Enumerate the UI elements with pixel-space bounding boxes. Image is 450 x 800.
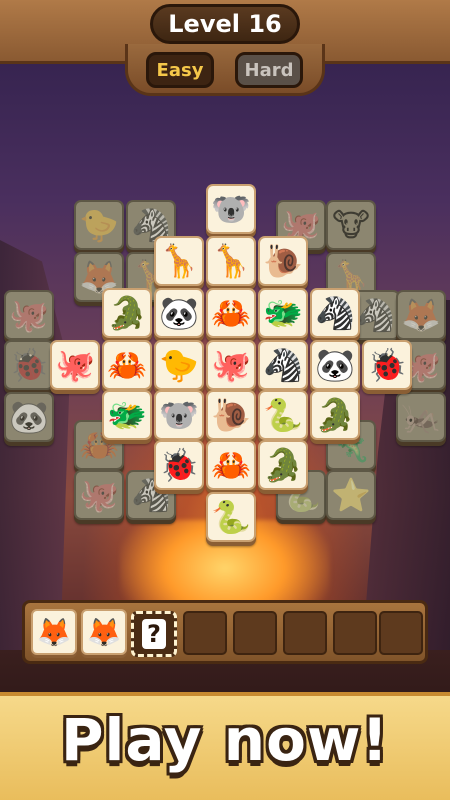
game-screen: Level 16 Easy Hard 🐙 🐞 🐼 🐤 🦓 🐙 🐮 🦊 🦒 🦒 🦓… (0, 0, 450, 800)
tile-octopus[interactable]: 🐙 (50, 340, 100, 390)
tile-dragon[interactable]: 🐲 (102, 390, 152, 440)
tile-koala[interactable]: 🐨 (154, 390, 204, 440)
tile-giraffe[interactable]: 🦒 (154, 236, 204, 286)
tray-slot-tile: 🦊 (31, 609, 77, 655)
tile-crocodile[interactable]: 🐊 (258, 440, 308, 490)
tile-octopus: 🐙 (74, 470, 124, 520)
tile-crab[interactable]: 🦀 (206, 440, 256, 490)
tile-crocodile[interactable]: 🐊 (310, 390, 360, 440)
tray-slot-tile: 🦊 (81, 609, 127, 655)
tile-board: 🐙 🐞 🐼 🐤 🦓 🐙 🐮 🦊 🦒 🦒 🦓 🦊 🐙 🦗 🦀 🐙 🦓 🦎 🐍 ⭐ … (0, 0, 450, 800)
tile-ladybug[interactable]: 🐞 (362, 340, 412, 390)
tile-giraffe[interactable]: 🦒 (206, 236, 256, 286)
tray-slot-empty (183, 611, 227, 655)
tile-zebra[interactable]: 🦓 (310, 288, 360, 338)
question-mark-icon: ? (142, 619, 166, 649)
tile-dragon[interactable]: 🐲 (258, 288, 308, 338)
tile-snail[interactable]: 🐌 (258, 236, 308, 286)
tile-zebra[interactable]: 🦓 (258, 340, 308, 390)
tile-starfish: ⭐ (326, 470, 376, 520)
tile-octopus: 🐙 (4, 290, 54, 340)
tile-octopus[interactable]: 🐙 (206, 340, 256, 390)
tile-snail[interactable]: 🐌 (206, 390, 256, 440)
tile-chick[interactable]: 🐤 (154, 340, 204, 390)
tile-crab[interactable]: 🦀 (206, 288, 256, 338)
tile-snake[interactable]: 🐍 (206, 492, 256, 542)
tray-slot-empty (233, 611, 277, 655)
tile-crocodile[interactable]: 🐊 (102, 288, 152, 338)
tile-panda[interactable]: 🐼 (310, 340, 360, 390)
tray-slot-empty (333, 611, 377, 655)
tile-tray: 🦊 🦊 ? (22, 600, 428, 664)
tile-fox: 🦊 (396, 290, 446, 340)
tile-chick: 🐤 (74, 200, 124, 250)
tile-snake[interactable]: 🐍 (258, 390, 308, 440)
hint-slot[interactable]: ? (131, 611, 177, 657)
tile-dragonfly: 🦗 (396, 392, 446, 442)
play-now-text[interactable]: Play now! (0, 706, 450, 774)
tile-crab[interactable]: 🦀 (102, 340, 152, 390)
tile-cow: 🐮 (326, 200, 376, 250)
tile-ladybug[interactable]: 🐞 (154, 440, 204, 490)
tile-panda: 🐼 (4, 392, 54, 442)
tile-ladybug: 🐞 (4, 340, 54, 390)
tray-slot-empty (379, 611, 423, 655)
tile-panda[interactable]: 🐼 (154, 288, 204, 338)
tile-koala[interactable]: 🐨 (206, 184, 256, 234)
tray-slot-empty (283, 611, 327, 655)
